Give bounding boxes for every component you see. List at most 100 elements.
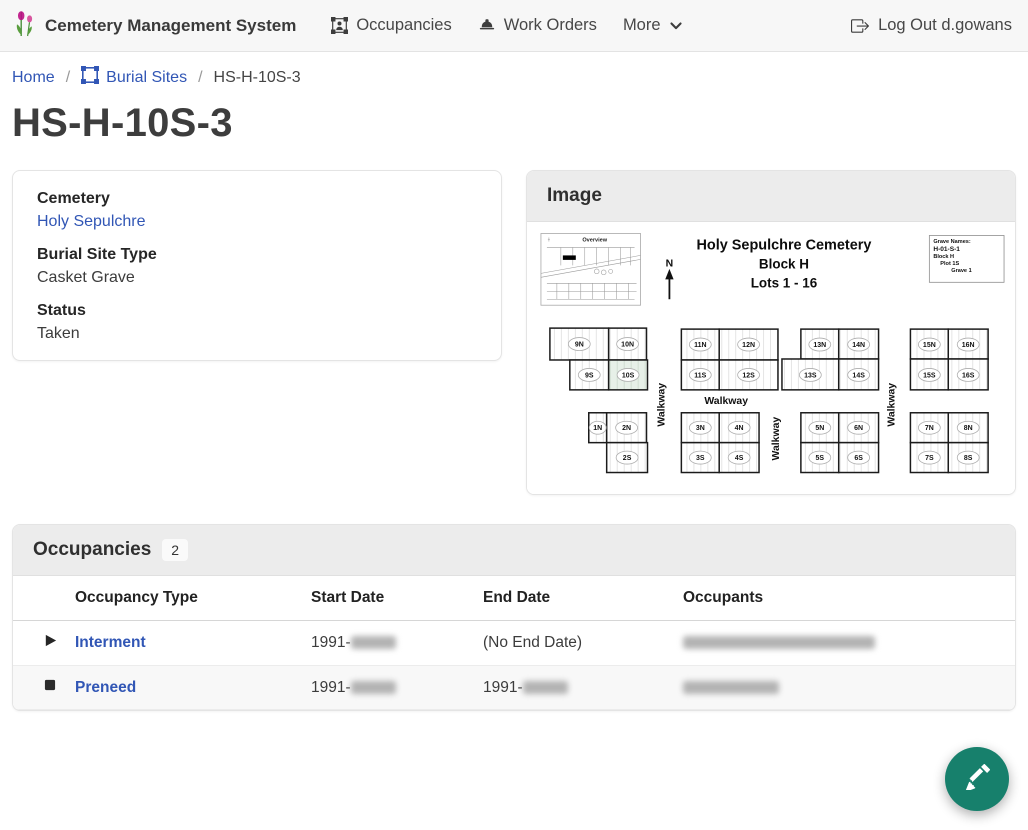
column-occupancy-type: Occupancy Type	[75, 576, 311, 621]
north-label: N	[666, 258, 674, 269]
map-title-line: Block H	[759, 256, 809, 271]
image-card-header: Image	[527, 171, 1015, 222]
play-icon	[43, 635, 58, 652]
column-end-date: End Date	[483, 576, 683, 621]
redacted-date	[351, 636, 396, 649]
pencil-icon	[964, 764, 990, 795]
svg-text:Plot 1S: Plot 1S	[940, 261, 959, 267]
svg-text:8S: 8S	[964, 455, 973, 462]
logout-icon	[851, 17, 869, 35]
svg-text:16S: 16S	[962, 372, 975, 379]
svg-text:3N: 3N	[696, 425, 705, 432]
status-label: Status	[37, 302, 477, 320]
svg-text:2N: 2N	[622, 425, 631, 432]
breadcrumb-burial-sites[interactable]: Burial Sites	[81, 66, 187, 89]
north-arrow: N	[665, 258, 673, 299]
svg-text:14S: 14S	[852, 372, 865, 379]
redacted-date	[351, 681, 396, 694]
svg-text:H-01-S-1: H-01-S-1	[933, 246, 960, 253]
cemetery-label: Cemetery	[37, 190, 477, 208]
burial-site-type-value: Casket Grave	[37, 269, 477, 287]
svg-text:11S: 11S	[694, 372, 706, 379]
svg-text:12N: 12N	[742, 342, 755, 349]
nav-item-label: More	[623, 16, 661, 35]
nav-item-more[interactable]: More	[610, 8, 696, 43]
overview-label: Overview	[582, 237, 607, 243]
walkway-label: Walkway	[771, 417, 782, 461]
table-header-row: Occupancy Type Start Date End Date Occup…	[13, 576, 1015, 621]
svg-text:15S: 15S	[923, 372, 936, 379]
end-date-value: (No End Date)	[483, 621, 683, 666]
nav-item-occupancies[interactable]: Occupancies	[318, 8, 464, 43]
occupancy-row-interment: Interment 1991- (No End Date)	[13, 621, 1015, 666]
breadcrumb: Home / Burial Sites / HS-H-10S-3	[12, 66, 1016, 89]
svg-text:4S: 4S	[735, 455, 744, 462]
occupancies-card: Occupancies 2 Occupancy Type Start Date …	[12, 524, 1016, 711]
start-date-value: 1991-	[311, 679, 351, 696]
status-value: Taken	[37, 325, 477, 343]
occupancies-table: Occupancy Type Start Date End Date Occup…	[13, 576, 1015, 710]
logout-button[interactable]: Log Out d.gowans	[849, 8, 1014, 43]
redacted-date	[523, 681, 568, 694]
occupancy-type-link[interactable]: Interment	[75, 634, 146, 651]
breadcrumb-home[interactable]: Home	[12, 69, 55, 87]
hard-hat-icon	[478, 17, 496, 34]
redacted-occupants	[683, 636, 875, 649]
cemetery-link[interactable]: Holy Sepulchre	[37, 213, 146, 230]
tulip-logo-icon	[14, 10, 36, 42]
burial-site-type-label: Burial Site Type	[37, 246, 477, 264]
column-start-date: Start Date	[311, 576, 483, 621]
svg-text:9N: 9N	[575, 342, 584, 349]
end-date-value: 1991-	[483, 679, 523, 696]
overview-inset-map: Overview	[541, 234, 641, 306]
edit-fab-button[interactable]	[945, 747, 1009, 811]
burial-site-icon	[81, 66, 99, 89]
nav-links: Occupancies Work Orders More	[318, 8, 695, 43]
walkway-label: Walkway	[886, 383, 897, 427]
breadcrumb-separator: /	[66, 69, 70, 87]
svg-text:5S: 5S	[816, 455, 825, 462]
svg-text:3S: 3S	[696, 455, 705, 462]
svg-text:14N: 14N	[852, 342, 865, 349]
nav-item-work-orders[interactable]: Work Orders	[465, 8, 610, 43]
svg-text:10N: 10N	[621, 342, 634, 349]
stop-icon	[43, 679, 57, 696]
occupancy-row-preneed: Preneed 1991- 1991-	[13, 666, 1015, 710]
svg-text:12S: 12S	[742, 372, 755, 379]
svg-text:4N: 4N	[735, 425, 744, 432]
svg-text:13N: 13N	[813, 342, 826, 349]
svg-text:15N: 15N	[923, 342, 936, 349]
occupancies-count-badge: 2	[162, 539, 188, 561]
image-card: Image Overview	[526, 170, 1016, 495]
column-occupants: Occupants	[683, 576, 1015, 621]
plot-map-image: Overview N Holy Sepulchre Cemetery Bloc	[527, 222, 1015, 494]
image-card-title: Image	[547, 185, 602, 207]
svg-text:16N: 16N	[962, 342, 975, 349]
logout-label: Log Out d.gowans	[878, 16, 1012, 35]
svg-text:Grave Names:: Grave Names:	[933, 239, 971, 245]
svg-text:13S: 13S	[804, 372, 817, 379]
svg-text:8N: 8N	[964, 425, 973, 432]
map-title-line: Holy Sepulchre Cemetery	[696, 237, 871, 253]
svg-text:2S: 2S	[623, 455, 632, 462]
redacted-occupants	[683, 681, 779, 694]
svg-text:6N: 6N	[854, 425, 863, 432]
breadcrumb-label: Burial Sites	[106, 69, 187, 87]
app-brand[interactable]: Cemetery Management System	[14, 10, 296, 42]
svg-text:6S: 6S	[854, 455, 863, 462]
svg-text:1N: 1N	[593, 425, 602, 432]
walkway-label: Walkway	[656, 383, 667, 427]
walkway-label: Walkway	[704, 396, 748, 407]
burial-site-details-card: Cemetery Holy Sepulchre Burial Site Type…	[12, 170, 502, 361]
occupancy-type-link[interactable]: Preneed	[75, 679, 136, 696]
svg-text:9S: 9S	[585, 372, 594, 379]
top-navbar: Cemetery Management System Occupancies	[0, 0, 1028, 52]
svg-text:7S: 7S	[925, 455, 934, 462]
svg-text:Block H: Block H	[933, 254, 954, 260]
svg-text:5N: 5N	[815, 425, 824, 432]
nav-item-label: Occupancies	[356, 16, 451, 35]
start-date-value: 1991-	[311, 634, 351, 651]
occupancies-title: Occupancies	[33, 539, 151, 561]
svg-text:7N: 7N	[925, 425, 934, 432]
grave-names-legend: Grave Names: H-01-S-1 Block H Plot 1S Gr…	[929, 235, 1004, 282]
